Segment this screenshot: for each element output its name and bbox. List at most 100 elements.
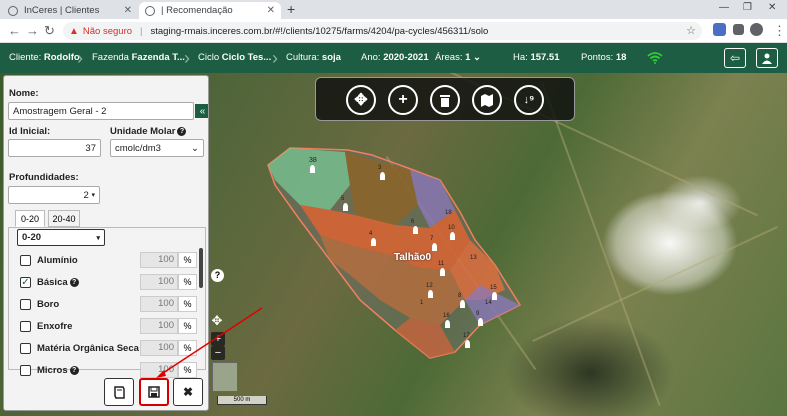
trash-icon[interactable]	[430, 85, 460, 115]
zone-number: 6	[411, 219, 415, 225]
initial-id-input[interactable]: 37	[8, 139, 101, 157]
zone-number: 9	[476, 311, 480, 317]
close-icon[interactable]: ✖	[173, 378, 203, 406]
help-icon[interactable]: ?	[69, 365, 79, 375]
book-icon[interactable]	[104, 378, 134, 406]
save-icon[interactable]	[139, 378, 169, 406]
field-label: Talhão0	[394, 252, 432, 263]
nutrient-row[interactable]: ✓ Básica? 100 %	[20, 273, 200, 293]
depth-select[interactable]: 0-20 ▾	[17, 229, 105, 246]
checkbox[interactable]	[20, 321, 31, 332]
zone-brown[interactable]	[345, 152, 418, 225]
zone-number: 15	[490, 285, 497, 291]
zone-number: 5	[341, 196, 345, 202]
layer-thumbnail[interactable]	[212, 362, 238, 392]
nutrient-row[interactable]: Boro 100 %	[20, 295, 200, 315]
sample-point-marker[interactable]	[371, 238, 376, 246]
unit-label: %	[178, 296, 197, 312]
nutrient-name: Matéria Orgânica Seca	[37, 343, 139, 354]
checkbox[interactable]	[20, 299, 31, 310]
depth-select-value: 0-20	[22, 232, 42, 243]
sample-point-marker[interactable]	[492, 292, 497, 300]
zone-number: 16	[443, 313, 450, 319]
checkbox[interactable]	[20, 255, 31, 266]
zone-number: 7	[430, 236, 434, 242]
sample-point-marker[interactable]	[428, 290, 433, 298]
tab-depth-20-40[interactable]: 20-40	[48, 210, 80, 227]
map-icon[interactable]	[472, 85, 502, 115]
checkbox[interactable]	[20, 343, 31, 354]
help-icon[interactable]: ?	[211, 269, 224, 282]
depths-select[interactable]: 2 ▾	[8, 186, 100, 204]
help-icon[interactable]: ?	[177, 126, 187, 136]
sample-point-marker[interactable]	[478, 318, 483, 326]
name-label: Nome:	[9, 88, 39, 99]
nutrient-row[interactable]: Enxofre 100 %	[20, 317, 200, 337]
unit-label: %	[178, 340, 197, 356]
zone-number: 38	[309, 157, 317, 164]
move-icon[interactable]: ✥	[210, 313, 224, 328]
checkbox[interactable]	[20, 365, 31, 376]
caret-down-icon: ▾	[96, 234, 100, 242]
depths-label: Profundidades:	[9, 172, 79, 183]
unit-label: %	[178, 362, 197, 378]
zoom-in-icon[interactable]: +	[211, 332, 225, 346]
add-icon[interactable]: +	[388, 85, 418, 115]
nutrient-value-input[interactable]: 100	[140, 340, 178, 356]
collapse-panel-icon[interactable]: «	[195, 104, 208, 118]
caret-down-icon: ▾	[91, 192, 95, 199]
sample-point-marker[interactable]	[343, 203, 348, 211]
molar-unit-label: Unidade Molar?	[110, 126, 187, 137]
nutrient-value-input[interactable]: 100	[140, 274, 178, 290]
unit-label: %	[178, 274, 197, 290]
nutrient-value-input[interactable]: 100	[140, 296, 178, 312]
zone-number: 11	[438, 261, 445, 267]
zone-number: 3	[378, 165, 382, 171]
nutrient-value-input[interactable]: 100	[140, 362, 178, 378]
name-input[interactable]: Amostragem Geral - 2	[8, 102, 194, 120]
nutrient-row[interactable]: Matéria Orgânica Seca 100 %	[20, 339, 200, 359]
move-icon[interactable]: ✥	[346, 85, 376, 115]
molar-unit-value: cmolc/dm3	[115, 142, 161, 154]
zone-number: 13	[470, 255, 477, 261]
sample-point-marker[interactable]	[432, 243, 437, 251]
depths-value: 2	[83, 189, 89, 201]
sample-point-marker[interactable]	[413, 226, 418, 234]
zone-number: 4	[369, 231, 373, 237]
sample-point-marker[interactable]	[380, 172, 385, 180]
nutrient-name: Alumínio	[37, 255, 78, 266]
tab-depth-0-20[interactable]: 0-20	[15, 210, 45, 227]
zone-number: 10	[448, 225, 455, 231]
scrollbar[interactable]	[199, 248, 203, 288]
nutrient-name: Boro	[37, 299, 60, 310]
sample-point-marker[interactable]	[460, 300, 465, 308]
sort-numeric-icon[interactable]: ↓⁹	[514, 85, 544, 115]
nutrient-name: Básica?	[37, 277, 79, 288]
sample-point-marker[interactable]	[445, 320, 450, 328]
unit-label: %	[178, 252, 197, 268]
nutrient-name: Micros?	[37, 365, 79, 376]
initial-id-label: Id Inicial:	[9, 126, 51, 137]
sample-point-marker[interactable]	[465, 340, 470, 348]
sampling-panel: Nome: Amostragem Geral - 2 « Id Inicial:…	[3, 75, 209, 411]
map-toolbar: ✥ + ↓⁹	[315, 77, 575, 121]
zone-number: 12	[426, 283, 433, 289]
sample-point-marker[interactable]	[450, 232, 455, 240]
zone-number: 17	[463, 333, 470, 339]
zone-number: 1	[420, 300, 424, 306]
chevron-down-icon: ⌄	[191, 142, 199, 154]
zone-number: 14	[485, 300, 492, 306]
unit-label: %	[178, 318, 197, 334]
checkbox-checked[interactable]: ✓	[20, 277, 31, 288]
nutrient-name: Enxofre	[37, 321, 73, 332]
molar-unit-select[interactable]: cmolc/dm3 ⌄	[110, 139, 204, 157]
sample-point-marker[interactable]	[310, 165, 315, 173]
help-icon[interactable]: ?	[69, 277, 79, 287]
sample-point-marker[interactable]	[440, 268, 445, 276]
nutrient-row[interactable]: Alumínio 100 %	[20, 251, 200, 271]
nutrient-value-input[interactable]: 100	[140, 252, 178, 268]
zone-number: 8	[458, 293, 462, 299]
zoom-out-icon[interactable]: −	[211, 346, 225, 360]
scale-bar: 500 m	[217, 396, 267, 405]
nutrient-value-input[interactable]: 100	[140, 318, 178, 334]
